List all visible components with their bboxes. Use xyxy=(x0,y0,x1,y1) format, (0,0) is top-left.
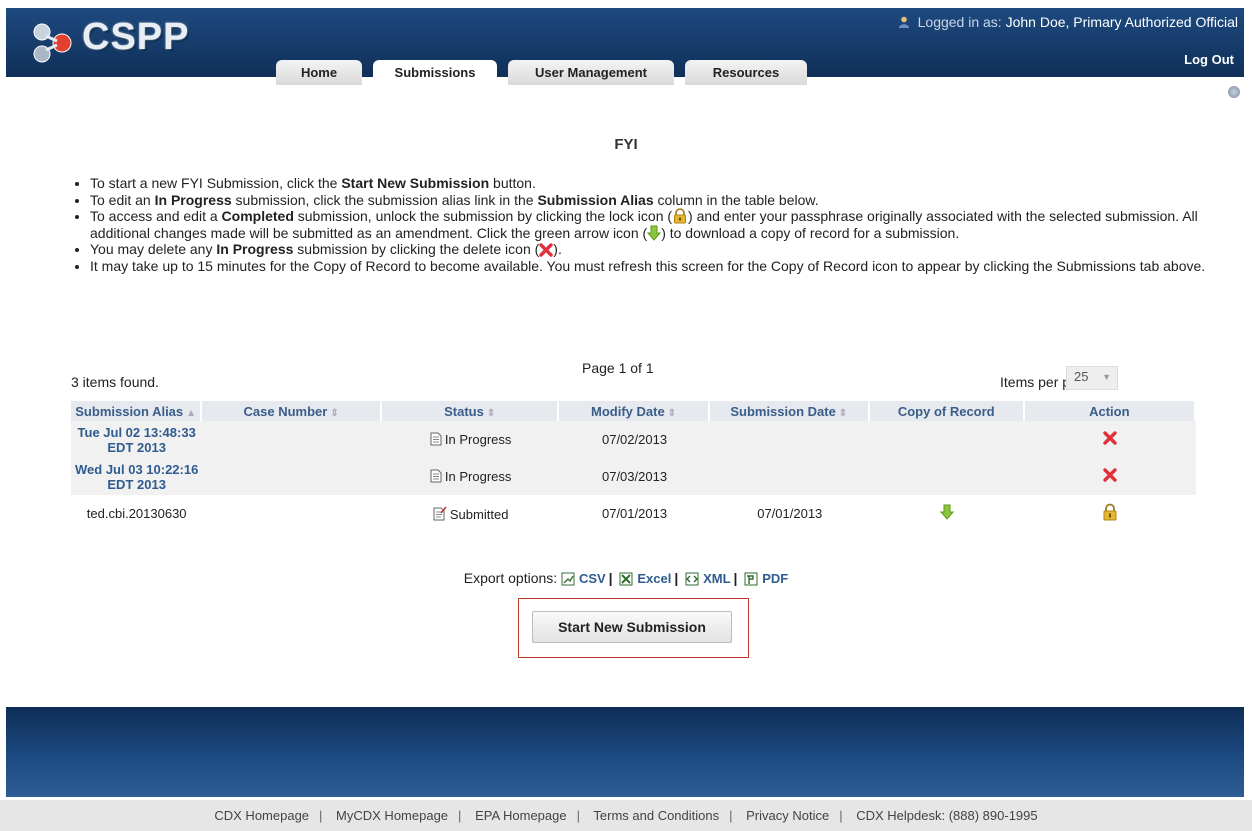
table-row: Wed Jul 03 10:22:16 EDT 2013 In Progress … xyxy=(71,458,1196,495)
lock-icon xyxy=(674,208,687,224)
instruction-item: You may delete any In Progress submissio… xyxy=(90,241,1220,258)
case-number-cell xyxy=(202,458,382,495)
action-cell xyxy=(1024,421,1196,458)
footer-link-epa-homepage[interactable]: EPA Homepage xyxy=(475,808,567,823)
logout-link[interactable]: Log Out xyxy=(1184,52,1234,67)
footer-band xyxy=(6,707,1244,797)
submitted-document-icon xyxy=(433,505,447,520)
copy-of-record-cell xyxy=(869,495,1025,532)
copy-of-record-cell xyxy=(869,421,1025,458)
page-title: FYI xyxy=(614,136,638,153)
chevron-down-icon: ▼ xyxy=(1102,372,1111,382)
submission-alias-text: ted.cbi.20130630 xyxy=(86,506,187,521)
excel-icon[interactable] xyxy=(619,572,633,586)
submission-date-cell: 07/01/2013 xyxy=(709,495,870,532)
items-per-page-select[interactable]: 25 ▼ xyxy=(1066,366,1118,390)
alias-cell[interactable]: Wed Jul 03 10:22:16 EDT 2013 xyxy=(71,458,203,495)
alias-cell[interactable]: Tue Jul 02 13:48:33 EDT 2013 xyxy=(71,421,203,458)
user-icon xyxy=(898,16,909,28)
footer-link-helpdesk[interactable]: CDX Helpdesk: (888) 890-1995 xyxy=(856,808,1037,823)
login-user: John Doe, Primary Authorized Official xyxy=(1005,14,1238,30)
tab-user-management[interactable]: User Management xyxy=(508,60,674,85)
download-arrow-icon xyxy=(647,225,662,241)
export-label: Export options: xyxy=(463,570,558,586)
export-csv-link[interactable]: CSV xyxy=(579,571,606,586)
export-pdf-link[interactable]: PDF xyxy=(762,571,788,586)
tab-home[interactable]: Home xyxy=(276,60,362,85)
alias-cell: ted.cbi.20130630 xyxy=(71,495,203,532)
page-info: Page 1 of 1 xyxy=(582,360,654,376)
help-icon[interactable] xyxy=(1228,86,1240,98)
submission-alias-link[interactable]: Wed Jul 03 10:22:16 EDT 2013 xyxy=(71,462,202,492)
submissions-table: Submission Alias ▲ Case Number ⇕ Status ⇕ M… xyxy=(71,401,1196,532)
items-found-count: 3 items found. xyxy=(71,374,159,390)
sort-icon: ⇕ xyxy=(838,407,848,419)
case-number-cell xyxy=(202,495,382,532)
export-options: Export options: CSV | Excel | XML | PDF xyxy=(463,570,789,586)
case-number-cell xyxy=(202,421,382,458)
instructions-list: To start a new FYI Submission, click the… xyxy=(72,175,1220,274)
footer-link-cdx-homepage[interactable]: CDX Homepage xyxy=(214,808,309,823)
sort-asc-icon: ▲ xyxy=(186,407,197,419)
col-modify-date[interactable]: Modify Date ⇕ xyxy=(559,401,710,421)
export-xml-link[interactable]: XML xyxy=(703,571,730,586)
download-arrow-icon[interactable] xyxy=(940,504,955,520)
footer-link-mycdx-homepage[interactable]: MyCDX Homepage xyxy=(336,808,448,823)
start-new-submission-button[interactable]: Start New Submission xyxy=(532,611,732,643)
tab-submissions[interactable]: Submissions xyxy=(373,60,497,85)
action-cell xyxy=(1024,495,1196,532)
table-row: Tue Jul 02 13:48:33 EDT 2013 In Progress … xyxy=(71,421,1196,458)
status-cell: In Progress xyxy=(381,458,560,495)
sort-icon: ⇕ xyxy=(486,407,496,419)
col-submission-date[interactable]: Submission Date ⇕ xyxy=(709,401,870,421)
submission-date-cell xyxy=(709,421,870,458)
copy-of-record-cell xyxy=(869,458,1025,495)
logo-text: CSPP xyxy=(82,16,190,58)
modify-date-cell: 07/02/2013 xyxy=(559,421,710,458)
footer-links: CDX Homepage | MyCDX Homepage | EPA Homepa… xyxy=(0,800,1252,831)
modify-date-cell: 07/03/2013 xyxy=(559,458,710,495)
delete-icon xyxy=(539,243,553,257)
delete-icon[interactable] xyxy=(1103,431,1118,445)
instruction-item: To access and edit a Completed submissio… xyxy=(90,208,1220,241)
site-header: CSPP Logged in as: John Doe, Primary Aut… xyxy=(6,8,1244,85)
pdf-icon[interactable] xyxy=(744,572,758,586)
status-cell: Submitted xyxy=(381,495,560,532)
export-excel-link[interactable]: Excel xyxy=(637,571,671,586)
document-icon xyxy=(430,432,442,446)
table-row: ted.cbi.20130630 Submitted 07/01/2013 07… xyxy=(71,495,1196,532)
tab-resources[interactable]: Resources xyxy=(685,60,807,85)
instruction-item: To edit an In Progress submission, click… xyxy=(90,192,1220,209)
sort-icon: ⇕ xyxy=(330,407,339,419)
col-status[interactable]: Status ⇕ xyxy=(381,401,560,421)
document-icon xyxy=(430,469,442,483)
col-case-number[interactable]: Case Number ⇕ xyxy=(202,401,382,421)
login-info: Logged in as: John Doe, Primary Authoriz… xyxy=(898,14,1238,30)
status-cell: In Progress xyxy=(381,421,560,458)
footer-link-privacy[interactable]: Privacy Notice xyxy=(746,808,829,823)
login-prefix: Logged in as: xyxy=(917,14,1002,30)
xml-icon[interactable] xyxy=(685,572,699,586)
items-per-page-value: 25 xyxy=(1074,369,1089,384)
col-submission-alias[interactable]: Submission Alias ▲ xyxy=(71,401,203,421)
submission-date-cell xyxy=(709,458,870,495)
csv-icon[interactable] xyxy=(561,572,575,586)
col-action: Action xyxy=(1024,401,1196,421)
instruction-item: It may take up to 15 minutes for the Cop… xyxy=(90,258,1220,275)
table-header-row: Submission Alias ▲ Case Number ⇕ Status ⇕ M… xyxy=(71,401,1196,421)
modify-date-cell: 07/01/2013 xyxy=(559,495,710,532)
action-cell xyxy=(1024,458,1196,495)
col-copy-of-record: Copy of Record xyxy=(869,401,1025,421)
delete-icon[interactable] xyxy=(1103,468,1118,482)
submission-alias-link[interactable]: Tue Jul 02 13:48:33 EDT 2013 xyxy=(71,425,202,455)
molecule-logo-icon xyxy=(33,23,72,63)
instruction-item: To start a new FYI Submission, click the… xyxy=(90,175,1220,192)
footer-link-terms[interactable]: Terms and Conditions xyxy=(593,808,719,823)
lock-icon[interactable] xyxy=(1102,503,1118,521)
sort-icon: ⇕ xyxy=(667,407,677,419)
